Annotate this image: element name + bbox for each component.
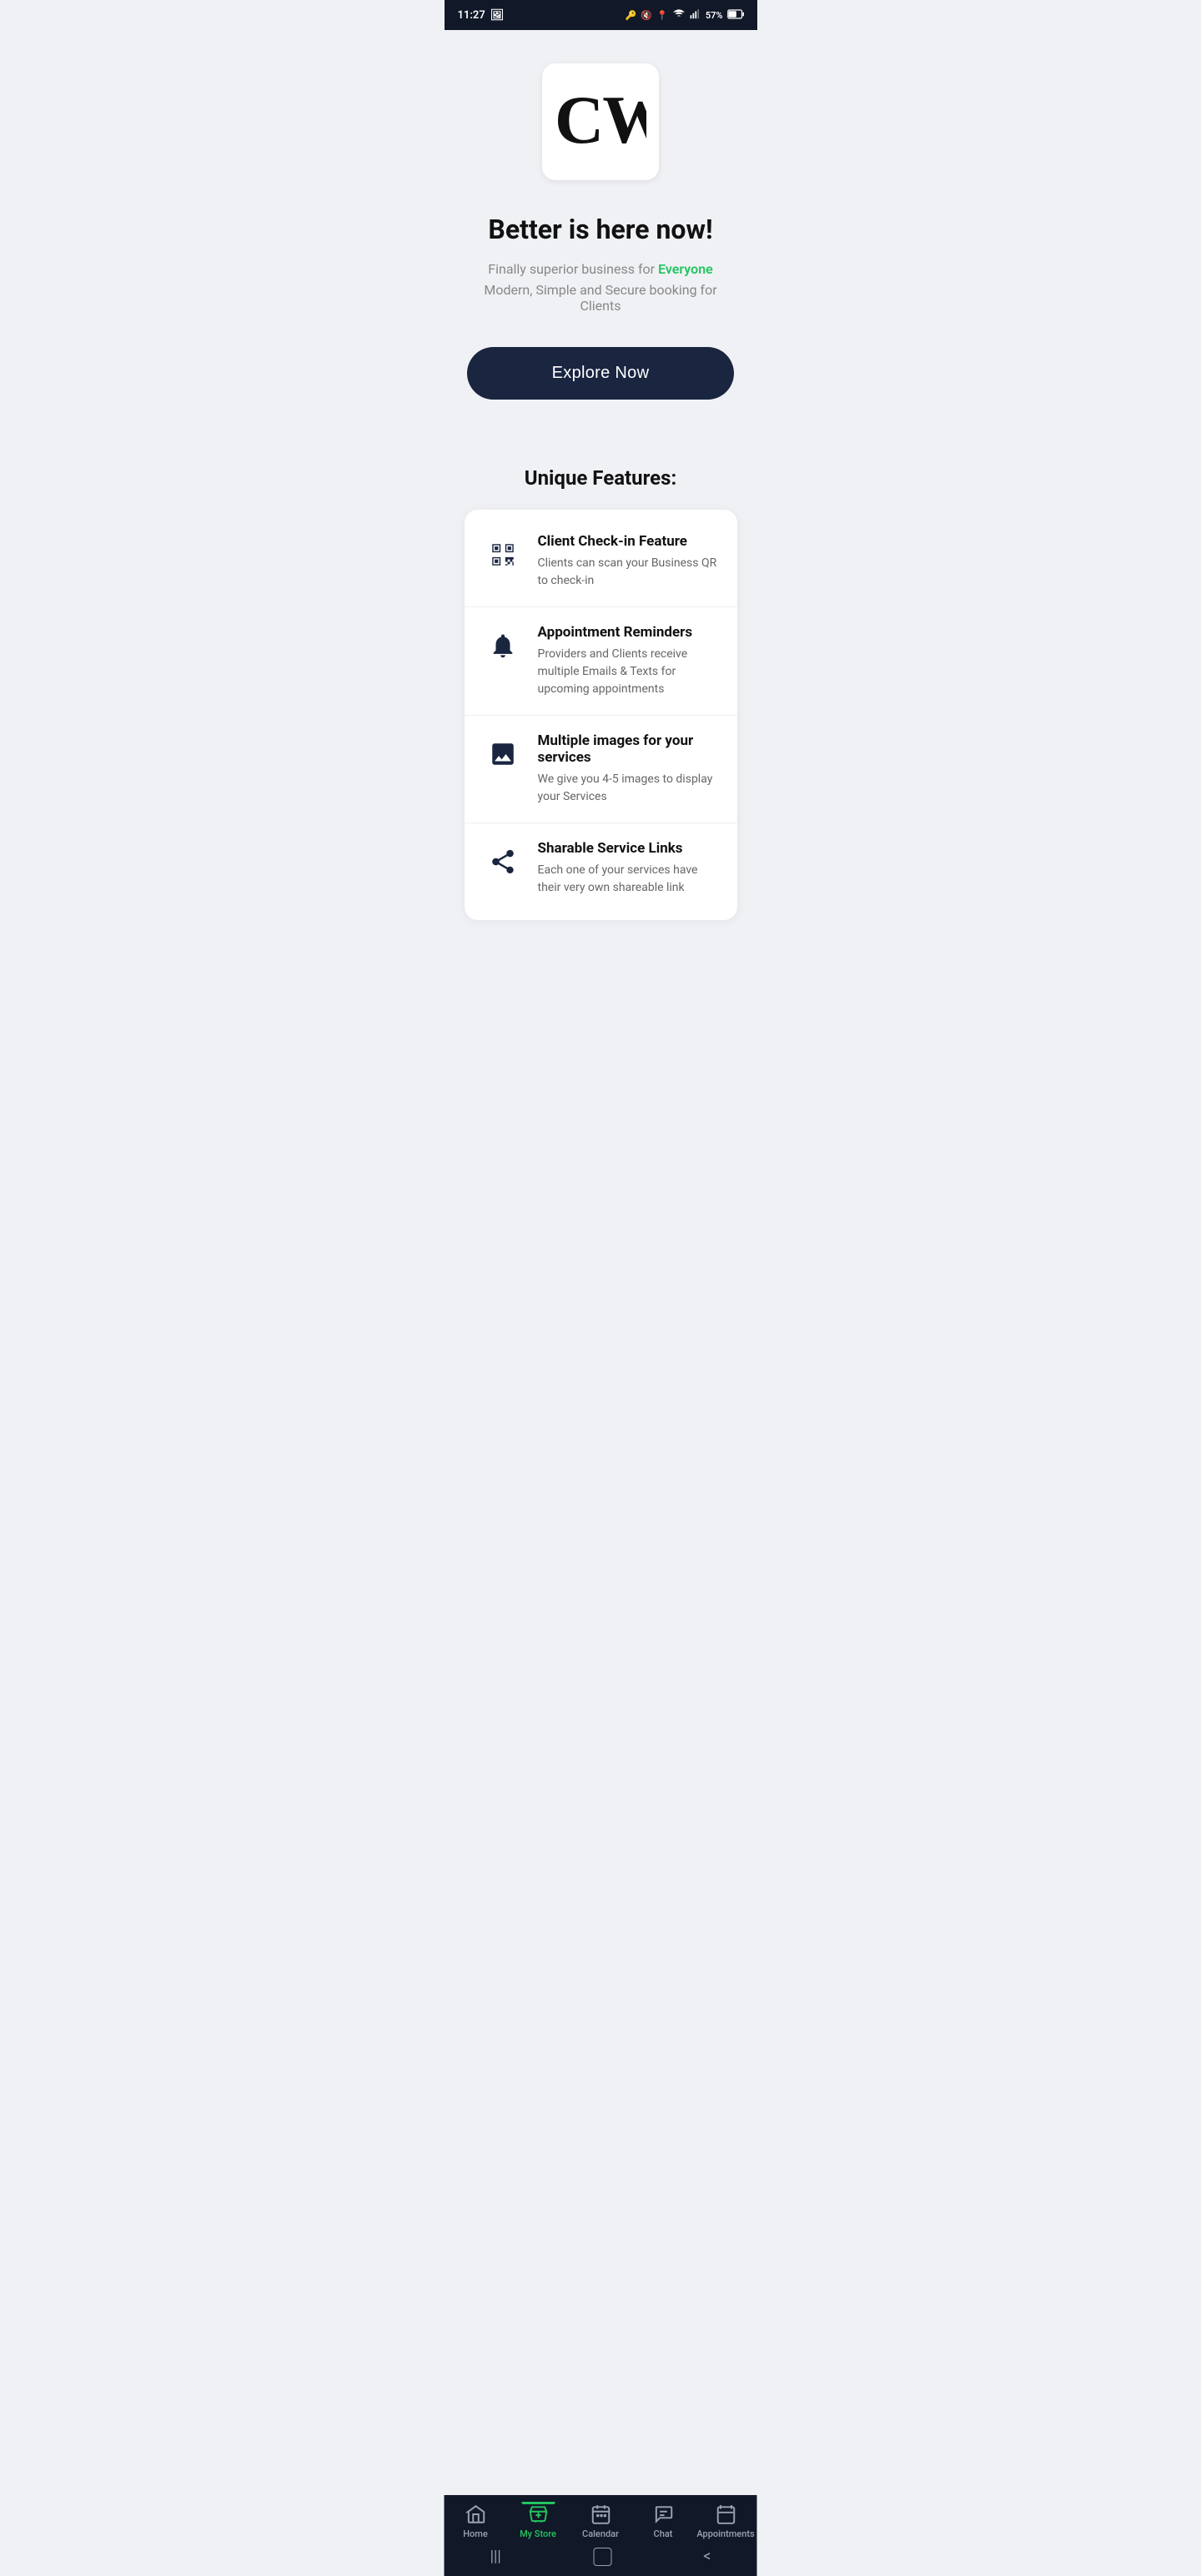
feature-links-title: Sharable Service Links xyxy=(538,840,717,857)
qr-code-icon xyxy=(485,536,521,573)
home-icon xyxy=(465,2503,486,2525)
wifi-icon xyxy=(672,8,686,23)
nav-item-home[interactable]: Home xyxy=(445,2503,507,2539)
feature-images-text: Multiple images for your services We giv… xyxy=(538,732,717,806)
mute-icon: 🔇 xyxy=(641,10,652,21)
signal-icon xyxy=(690,8,701,23)
feature-checkin-text: Client Check-in Feature Clients can scan… xyxy=(538,533,717,590)
nav-label-appointments: Appointments xyxy=(696,2528,754,2539)
feature-reminders: Appointment Reminders Providers and Clie… xyxy=(465,607,737,716)
nav-label-home: Home xyxy=(463,2528,488,2539)
image-icon xyxy=(485,736,521,772)
hero-subtitle-line2: Modern, Simple and Secure booking for Cl… xyxy=(465,282,737,314)
svg-text:CW: CW xyxy=(555,82,646,155)
main-content: CW Better is here now! Finally superior … xyxy=(445,30,757,987)
hero-section: CW Better is here now! Finally superior … xyxy=(445,30,757,466)
nav-item-chat[interactable]: Chat xyxy=(632,2503,695,2539)
store-icon xyxy=(527,2503,549,2525)
hero-heading: Better is here now! xyxy=(488,214,712,245)
nav-item-calendar[interactable]: Calendar xyxy=(570,2503,632,2539)
feature-reminders-title: Appointment Reminders xyxy=(538,624,717,641)
highlight-everyone: Everyone xyxy=(658,261,713,277)
location-icon: 📍 xyxy=(656,10,668,21)
time-display: 11:27 xyxy=(458,9,485,22)
nav-tabs: Home My Store xyxy=(445,2495,757,2544)
feature-links-desc: Each one of your services have their ver… xyxy=(538,862,717,897)
home-gesture-icon xyxy=(593,2548,611,2566)
chat-icon xyxy=(652,2503,674,2525)
feature-checkin-desc: Clients can scan your Business QR to che… xyxy=(538,555,717,590)
appointments-icon xyxy=(715,2503,736,2525)
nav-label-store: My Store xyxy=(520,2528,556,2539)
back-gesture-icon: < xyxy=(703,2549,711,2564)
feature-checkin-title: Client Check-in Feature xyxy=(538,533,717,550)
feature-images-title: Multiple images for your services xyxy=(538,732,717,766)
feature-reminders-text: Appointment Reminders Providers and Clie… xyxy=(538,624,717,698)
bottom-nav: Home My Store xyxy=(445,2495,757,2576)
battery-display: 57% xyxy=(706,10,723,21)
key-icon: 🔑 xyxy=(626,10,637,21)
features-card: Client Check-in Feature Clients can scan… xyxy=(465,510,737,920)
hero-subtitle-line1: Finally superior business for Everyone xyxy=(465,259,737,280)
feature-reminders-desc: Providers and Clients receive multiple E… xyxy=(538,646,717,698)
status-right: 🔑 🔇 📍 57% xyxy=(626,8,744,23)
status-left: 11:27 🖼 xyxy=(458,9,505,22)
system-bar: ||| < xyxy=(445,2544,757,2576)
share-icon xyxy=(485,843,521,880)
features-section: Unique Features: Client Check-in Feature… xyxy=(445,466,757,920)
gallery-icon: 🖼 xyxy=(490,9,505,22)
feature-links: Sharable Service Links Each one of your … xyxy=(465,823,737,913)
feature-links-text: Sharable Service Links Each one of your … xyxy=(538,840,717,897)
logo-container: CW xyxy=(542,63,659,180)
nav-label-chat: Chat xyxy=(654,2528,673,2539)
battery-icon xyxy=(727,9,744,22)
feature-checkin: Client Check-in Feature Clients can scan… xyxy=(465,516,737,607)
back-stack-icon: ||| xyxy=(490,2549,501,2564)
nav-label-calendar: Calendar xyxy=(582,2528,619,2539)
nav-item-store[interactable]: My Store xyxy=(507,2503,570,2539)
feature-images: Multiple images for your services We giv… xyxy=(465,716,737,823)
calendar-icon xyxy=(590,2503,611,2525)
feature-images-desc: We give you 4-5 images to display your S… xyxy=(538,771,717,806)
hero-subtitle: Finally superior business for Everyone M… xyxy=(465,259,737,314)
explore-now-button[interactable]: Explore Now xyxy=(467,347,734,400)
bell-icon xyxy=(485,627,521,664)
nav-item-appointments[interactable]: Appointments xyxy=(695,2503,757,2539)
features-heading: Unique Features: xyxy=(458,466,744,490)
status-bar: 11:27 🖼 🔑 🔇 📍 57% xyxy=(445,0,757,30)
logo-text: CW xyxy=(555,80,646,164)
